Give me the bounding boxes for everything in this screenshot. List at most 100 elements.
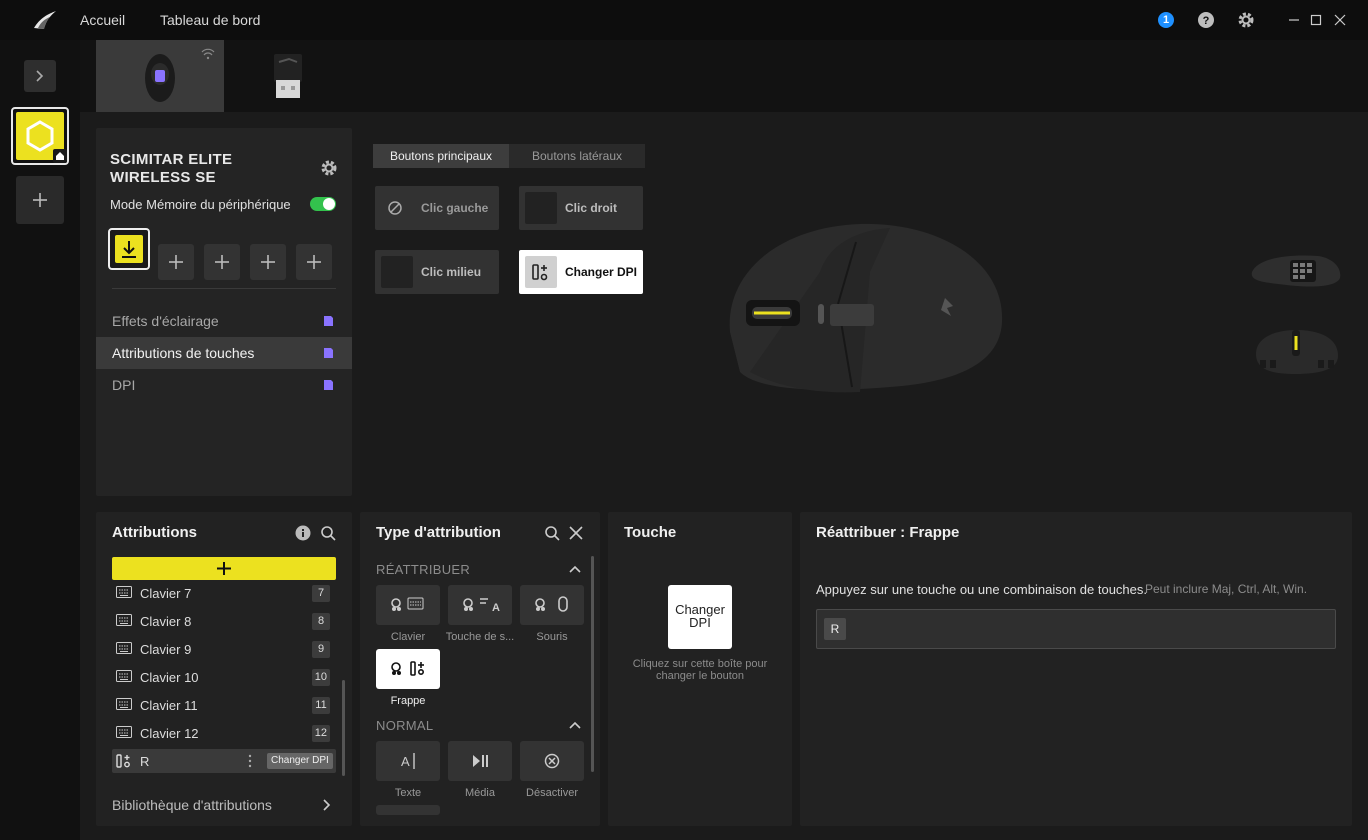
assignments-list: Clavier 7 7 Clavier 8 8 Clavier 9 9 Clav… — [96, 584, 352, 780]
keyboard-icon — [116, 670, 132, 682]
maximize-icon[interactable] — [1308, 12, 1324, 28]
section-normal-header: NORMAL — [376, 718, 434, 733]
keyboard-icon — [116, 586, 132, 598]
mouse-render — [720, 212, 1020, 412]
chevron-up-icon[interactable] — [568, 719, 582, 731]
left-rail — [0, 40, 80, 840]
device-profile-button[interactable] — [11, 107, 69, 165]
corsair-logo-icon — [32, 8, 58, 32]
notification-badge[interactable]: 1 — [1158, 12, 1174, 28]
assignment-library-link[interactable]: Bibliothèque d'attributions — [112, 797, 272, 813]
add-profile-slot-5[interactable] — [296, 244, 332, 280]
selected-assignment-row[interactable]: R Changer DPI — [112, 749, 336, 773]
device-settings-icon[interactable] — [320, 159, 338, 177]
assignments-panel: Attributions Clavier 7 7 Clavier 8 8 Cla… — [96, 512, 352, 826]
device-strip — [80, 40, 1368, 112]
scrollbar[interactable] — [591, 556, 594, 772]
info-icon[interactable] — [295, 525, 311, 541]
mouse-device-tile[interactable] — [96, 40, 224, 112]
add-device-button[interactable] — [16, 176, 64, 224]
list-item[interactable]: Clavier 12 12 — [112, 721, 336, 747]
svg-text:A: A — [401, 754, 410, 769]
menu-item-key-assignments[interactable]: Attributions de touches — [96, 337, 352, 369]
remap-panel: Réattribuer : Frappe Appuyez sur une tou… — [800, 512, 1352, 826]
front-view-thumbnail[interactable] — [1248, 324, 1344, 378]
list-item[interactable]: Clavier 11 11 — [112, 693, 336, 719]
remap-keyboard-tile[interactable] — [376, 585, 440, 625]
remap-mouse-tile[interactable] — [520, 585, 584, 625]
usb-dongle-icon — [274, 54, 302, 98]
key-select-hint: Cliquez sur cette boîte pour changer le … — [632, 658, 768, 682]
normal-disable-tile[interactable] — [520, 741, 584, 781]
settings-icon[interactable] — [1237, 11, 1255, 29]
change-dpi-button[interactable]: Changer DPI — [519, 250, 643, 294]
add-profile-slot-3[interactable] — [204, 244, 240, 280]
scrollbar[interactable] — [342, 680, 345, 776]
memory-mode-toggle[interactable] — [310, 197, 336, 211]
normal-text-tile[interactable]: A — [376, 741, 440, 781]
disable-icon — [544, 753, 560, 769]
remap-instruction: Appuyez sur une touche ou une combinaiso… — [816, 582, 1148, 597]
tab-main-buttons[interactable]: Boutons principaux — [373, 144, 509, 168]
device-name: SCIMITAR ELITE WIRELESS SE — [110, 151, 233, 186]
expand-rail-button[interactable] — [24, 60, 56, 92]
search-icon[interactable] — [320, 525, 336, 541]
memory-card-icon — [324, 316, 333, 326]
tile-label: Souris — [536, 631, 568, 643]
middle-click-button[interactable]: Clic milieu — [375, 250, 499, 294]
assignment-tag: Changer DPI — [267, 753, 333, 769]
memory-mode-label: Mode Mémoire du périphérique — [110, 197, 291, 212]
close-icon[interactable] — [1332, 12, 1348, 28]
side-view-thumbnail[interactable] — [1248, 250, 1344, 292]
keyboard-icon — [116, 614, 132, 626]
memory-card-icon — [324, 348, 333, 358]
help-icon[interactable]: ? — [1197, 11, 1215, 29]
remap-keystroke-tile[interactable] — [376, 649, 440, 689]
normal-media-tile[interactable] — [448, 741, 512, 781]
chevron-up-icon[interactable] — [568, 563, 582, 575]
menu-item-dpi[interactable]: DPI — [96, 369, 352, 401]
text-icon: A — [401, 753, 415, 769]
svg-text:?: ? — [1203, 15, 1210, 27]
remap-system-key-tile[interactable]: A — [448, 585, 512, 625]
keyboard-icon — [116, 698, 132, 710]
nav-dashboard[interactable]: Tableau de bord — [160, 12, 260, 28]
add-profile-slot-2[interactable] — [158, 244, 194, 280]
title-bar: Accueil Tableau de bord 1 ? — [0, 0, 1368, 40]
chevron-right-icon[interactable] — [320, 798, 332, 812]
close-icon[interactable] — [568, 525, 584, 541]
system-key-icon: A — [463, 598, 500, 614]
more-options-icon[interactable] — [247, 754, 253, 768]
menu-item-lighting[interactable]: Effets d'éclairage — [96, 305, 352, 337]
dongle-device-tile[interactable] — [224, 40, 352, 112]
remap-hint: Peut inclure Maj, Ctrl, Alt, Win. — [1145, 582, 1308, 596]
onboard-profile-slot-1[interactable] — [108, 228, 150, 270]
device-panel: SCIMITAR ELITE WIRELESS SE Mode Mémoire … — [96, 128, 352, 496]
right-click-button[interactable]: Clic droit — [519, 186, 643, 230]
minimize-icon[interactable] — [1286, 12, 1302, 28]
bottom-area: Attributions Clavier 7 7 Clavier 8 8 Cla… — [80, 512, 1368, 840]
dpi-icon — [532, 264, 548, 281]
tab-side-buttons[interactable]: Boutons latéraux — [509, 144, 645, 168]
memory-card-icon — [324, 380, 333, 390]
tile-label: Frappe — [390, 695, 426, 707]
nav-home[interactable]: Accueil — [80, 12, 125, 28]
list-item[interactable]: Clavier 10 10 — [112, 665, 336, 691]
list-item[interactable]: Clavier 7 7 — [112, 584, 336, 607]
main-area: SCIMITAR ELITE WIRELESS SE Mode Mémoire … — [80, 112, 1368, 512]
search-icon[interactable] — [544, 525, 560, 541]
more-tile-partial[interactable] — [376, 805, 440, 815]
dpi-icon — [116, 754, 130, 768]
left-click-button[interactable]: Clic gauche — [375, 186, 499, 230]
tile-label: Touche de s... — [445, 631, 515, 643]
list-item[interactable]: Clavier 9 9 — [112, 637, 336, 663]
remap-panel-title: Réattribuer : Frappe — [816, 524, 960, 541]
add-profile-slot-4[interactable] — [250, 244, 286, 280]
key-select-box[interactable]: Changer DPI — [668, 585, 732, 649]
divider — [112, 288, 336, 289]
list-item[interactable]: Clavier 8 8 — [112, 609, 336, 635]
key-panel-title: Touche — [624, 524, 677, 541]
home-small-icon — [53, 149, 67, 163]
add-assignment-button[interactable] — [112, 557, 336, 580]
key-capture-field[interactable]: R — [816, 609, 1336, 649]
